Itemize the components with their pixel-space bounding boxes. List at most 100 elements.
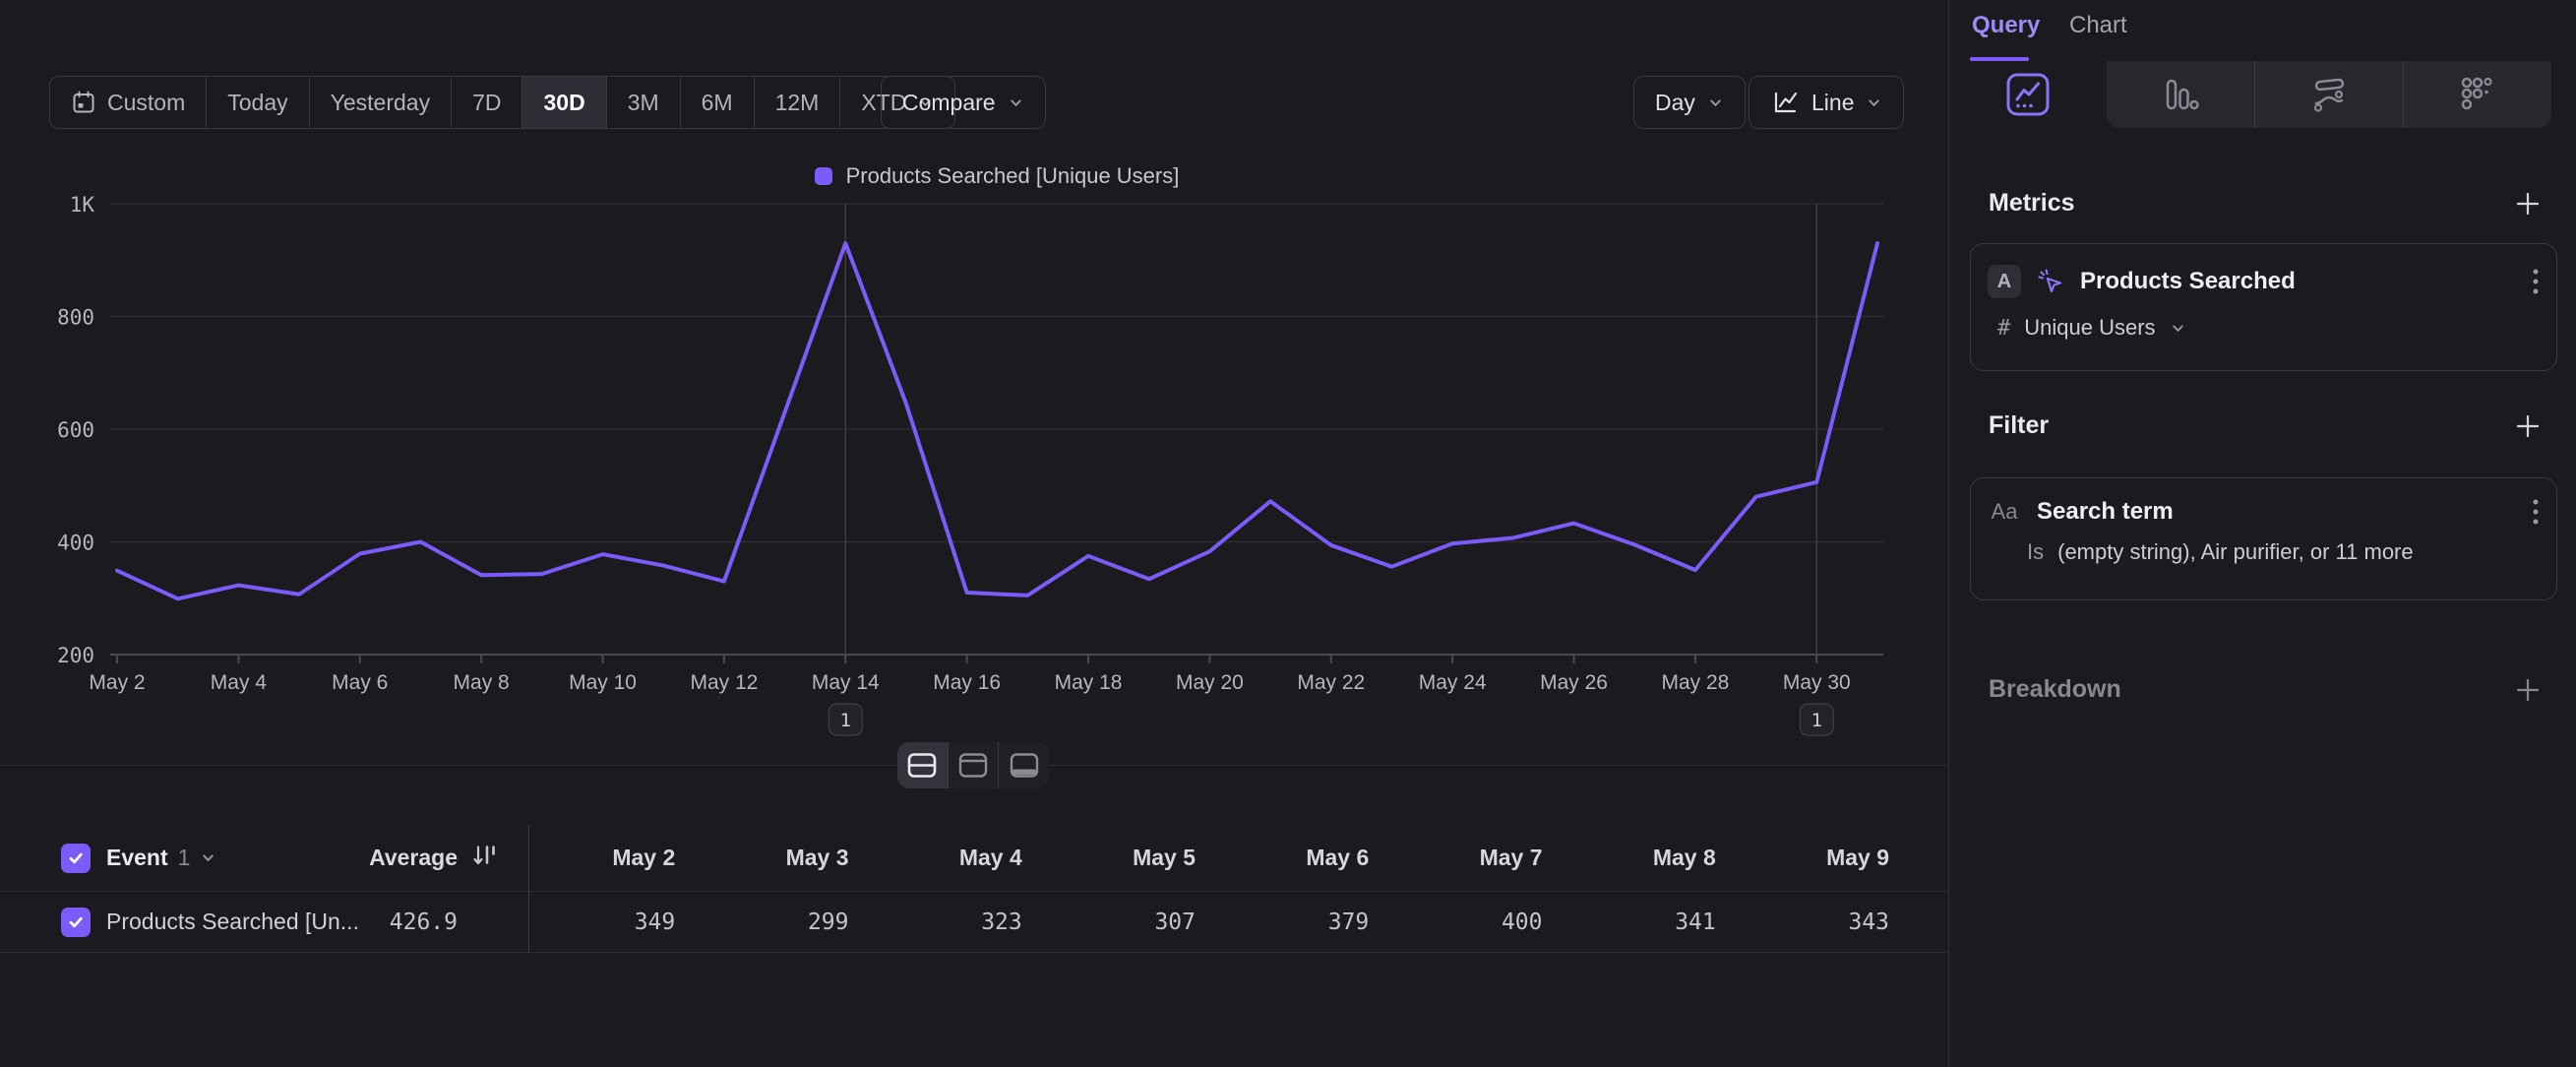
preset-today[interactable]: Today <box>206 77 308 128</box>
chart-view-icon <box>957 752 989 779</box>
table-header-row: Event 1 Average May 2May 3May 4May 5May … <box>0 825 1948 892</box>
cell-value: 323 <box>849 892 1022 952</box>
charttab-bar-breakdown[interactable] <box>2107 61 2254 128</box>
charttab-flows[interactable] <box>2254 61 2403 128</box>
preset-label: 6M <box>702 90 733 116</box>
split-view-button[interactable] <box>897 742 948 788</box>
table-column-headers: May 2May 3May 4May 5May 6May 7May 8May 9 <box>502 825 1889 891</box>
filter-property-name[interactable]: Search term <box>2037 498 2516 526</box>
granularity-label: Day <box>1655 90 1695 116</box>
x-axis-label: May 8 <box>454 671 510 694</box>
add-breakdown-button[interactable] <box>2511 673 2545 707</box>
table-row[interactable]: Products Searched [Un... 426.9 349299323… <box>0 892 1948 953</box>
column-header[interactable]: May 8 <box>1543 825 1716 891</box>
preset-yesterday[interactable]: Yesterday <box>309 77 451 128</box>
preset-7d[interactable]: 7D <box>451 77 521 128</box>
check-icon <box>67 913 85 931</box>
x-axis-label: May 18 <box>1055 671 1123 694</box>
add-metric-button[interactable] <box>2511 187 2545 220</box>
column-header[interactable]: May 6 <box>1196 825 1369 891</box>
select-all-checkbox[interactable] <box>61 844 91 873</box>
metrics-heading: Metrics <box>1989 189 2075 218</box>
chart-type-label: Line <box>1811 90 1854 116</box>
chart-type-tab-strip <box>2107 61 2551 128</box>
average-value: 426.9 <box>236 892 458 952</box>
add-filter-button[interactable] <box>2511 409 2545 443</box>
event-count: 1 <box>178 845 191 871</box>
chart-view-button[interactable] <box>948 742 999 788</box>
series-checkbox[interactable] <box>61 908 91 937</box>
event-cursor-icon <box>2037 268 2064 295</box>
charttab-retention[interactable] <box>2403 61 2551 128</box>
annotation-count: 1 <box>840 710 851 731</box>
cell-value: 400 <box>1369 892 1542 952</box>
event-header[interactable]: Event 1 <box>106 825 216 891</box>
line-chart[interactable]: 2004006008001KMay 2May 4May 6May 8May 10… <box>0 192 1948 768</box>
filter-card[interactable]: Aa Search term Is (empty string), Air pu… <box>1970 477 2557 600</box>
table-row-values: 349299323307379400341343 <box>502 892 1889 952</box>
y-axis-label: 800 <box>57 306 94 330</box>
bar-chart-icon <box>2161 75 2200 114</box>
preset-label: 30D <box>543 90 584 116</box>
average-header[interactable]: Average <box>236 825 458 891</box>
preset-label: Today <box>227 90 287 116</box>
chevron-down-icon <box>1866 94 1882 111</box>
charttab-insights[interactable] <box>1949 61 2107 128</box>
plus-icon <box>2515 413 2541 439</box>
preset-3m[interactable]: 3M <box>606 77 680 128</box>
filter-operator[interactable]: Is <box>2027 539 2044 565</box>
filter-value[interactable]: (empty string), Air purifier, or 11 more <box>2057 539 2414 565</box>
column-header[interactable]: May 5 <box>1022 825 1196 891</box>
y-axis-label: 1K <box>70 193 95 217</box>
kebab-menu-icon[interactable] <box>2532 267 2540 296</box>
preset-6m[interactable]: 6M <box>680 77 754 128</box>
sort-descending-icon[interactable] <box>470 843 500 873</box>
preset-label: 12M <box>775 90 820 116</box>
table-view-button[interactable] <box>998 742 1049 788</box>
chevron-down-icon <box>1707 94 1724 111</box>
chart-type-button[interactable]: Line <box>1748 76 1904 129</box>
table-column-divider <box>528 825 529 953</box>
kebab-menu-icon[interactable] <box>2532 497 2540 527</box>
granularity-button[interactable]: Day <box>1633 76 1746 129</box>
cell-value: 341 <box>1543 892 1716 952</box>
preset-custom[interactable]: Custom <box>50 77 206 128</box>
tab-query[interactable]: Query <box>1972 12 2040 39</box>
chevron-down-icon <box>2170 320 2186 337</box>
insights-icon <box>2005 72 2051 117</box>
y-axis-label: 600 <box>57 418 94 442</box>
x-axis-label: May 16 <box>933 671 1001 694</box>
annotation-count: 1 <box>1811 710 1822 731</box>
cell-value: 307 <box>1022 892 1196 952</box>
plus-icon <box>2515 191 2541 217</box>
column-header[interactable]: May 9 <box>1716 825 1889 891</box>
metric-card[interactable]: A Products Searched # Unique Users <box>1970 243 2557 371</box>
x-axis-label: May 26 <box>1540 671 1608 694</box>
metric-name[interactable]: Products Searched <box>2080 268 2516 295</box>
column-header[interactable]: May 7 <box>1369 825 1542 891</box>
chevron-down-icon <box>200 849 216 866</box>
date-preset-group: CustomTodayYesterday7D30D3M6M12MXTD <box>49 76 955 129</box>
preset-12m[interactable]: 12M <box>754 77 840 128</box>
x-axis-label: May 4 <box>211 671 268 694</box>
chart-legend: Products Searched [Unique Users] <box>110 163 1883 189</box>
x-axis-label: May 24 <box>1419 671 1487 694</box>
retention-icon <box>2458 75 2497 114</box>
preset-label: Custom <box>107 90 185 116</box>
view-toggle <box>897 742 1049 788</box>
compare-button[interactable]: Compare <box>881 76 1046 129</box>
tab-chart[interactable]: Chart <box>2069 12 2127 39</box>
x-axis-label: May 28 <box>1662 671 1730 694</box>
column-header[interactable]: May 3 <box>675 825 848 891</box>
chevron-down-icon <box>1008 94 1024 111</box>
preset-label: 7D <box>472 90 501 116</box>
line-series[interactable] <box>117 243 1877 598</box>
compare-label: Compare <box>902 90 996 116</box>
preset-30d[interactable]: 30D <box>521 77 605 128</box>
column-header[interactable]: May 4 <box>849 825 1022 891</box>
aggregation-symbol: # <box>1997 316 2010 341</box>
x-axis-label: May 6 <box>332 671 388 694</box>
aggregation-selector[interactable]: Unique Users <box>2024 315 2155 341</box>
plus-icon <box>2515 677 2541 703</box>
event-label: Event <box>106 845 168 871</box>
